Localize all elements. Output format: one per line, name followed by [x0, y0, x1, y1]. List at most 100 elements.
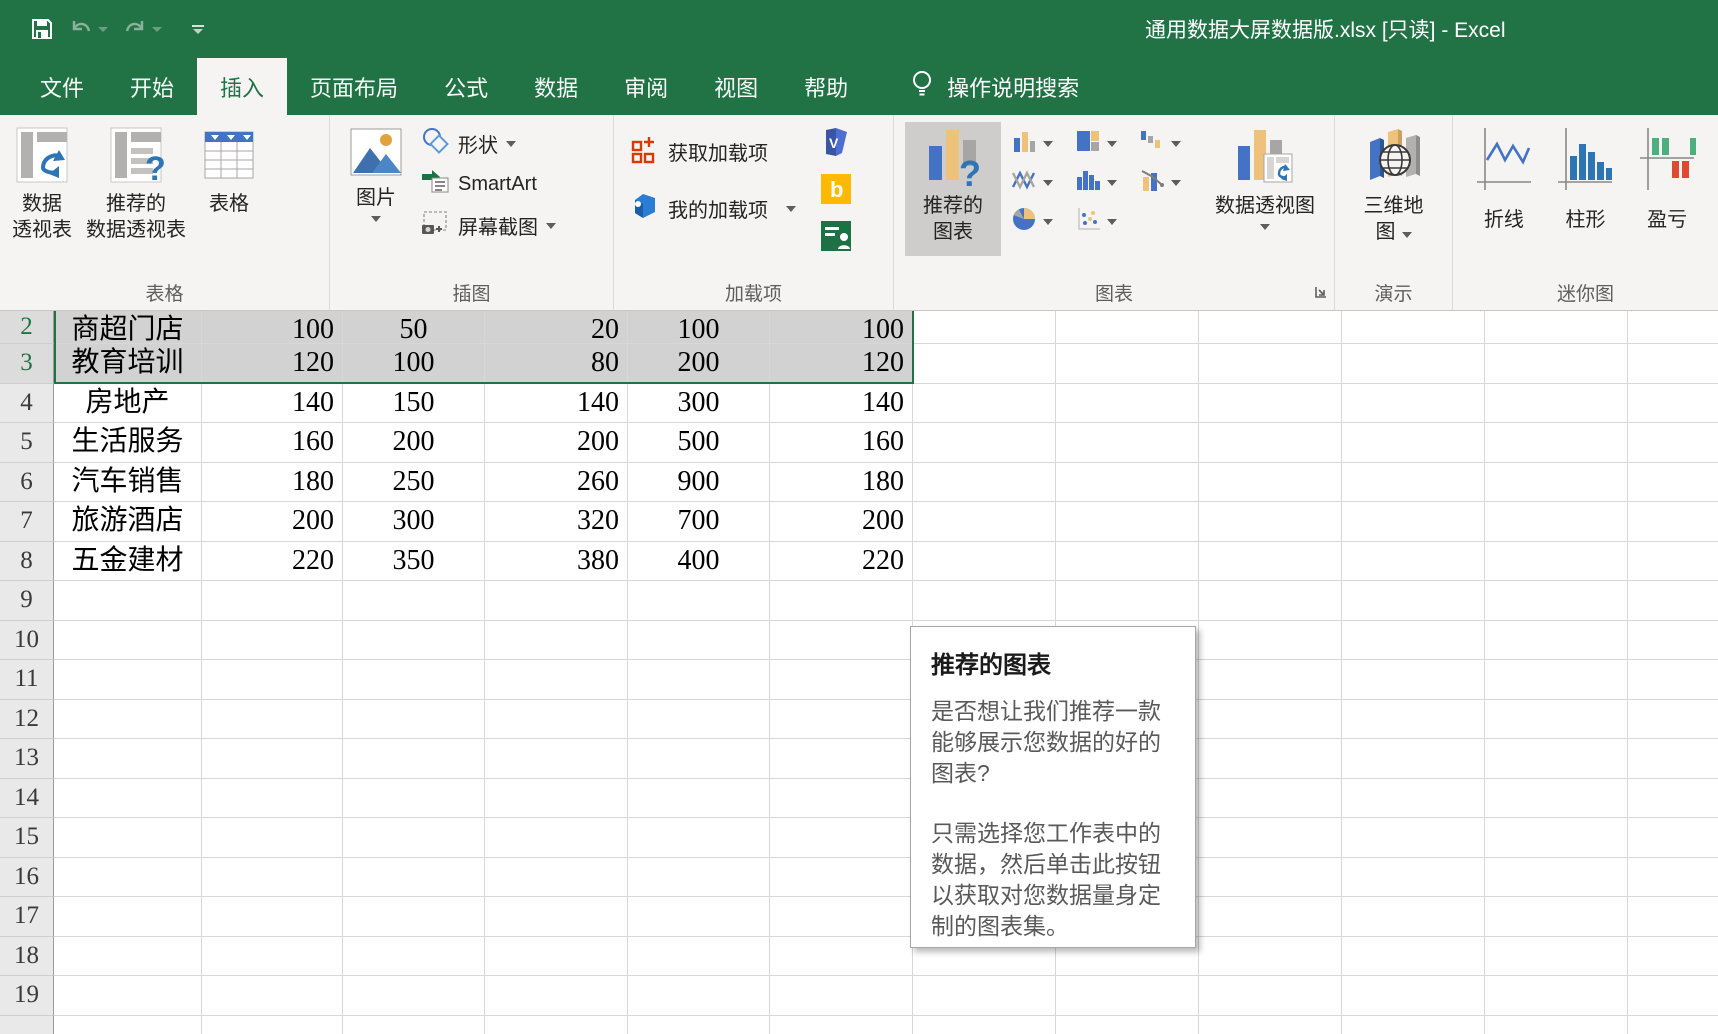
cell[interactable] [1056, 1016, 1199, 1034]
cell[interactable] [202, 581, 343, 621]
cell[interactable] [1199, 700, 1342, 740]
row-header[interactable]: 19 [0, 976, 54, 1016]
cell[interactable] [913, 542, 1056, 582]
row-header[interactable]: 13 [0, 739, 54, 779]
cell[interactable]: 200 [485, 423, 628, 463]
cell[interactable] [1199, 463, 1342, 503]
row-header[interactable]: 4 [0, 384, 54, 424]
cell[interactable] [1485, 542, 1628, 582]
cell[interactable] [1199, 502, 1342, 542]
cell[interactable] [1485, 818, 1628, 858]
cell[interactable] [913, 976, 1056, 1016]
cell[interactable] [202, 1016, 343, 1034]
cell[interactable] [1342, 897, 1485, 937]
cell[interactable] [770, 897, 913, 937]
cell[interactable] [1485, 384, 1628, 424]
cell[interactable] [770, 581, 913, 621]
recommended-pivot-button[interactable]: ? 推荐的 数据透视表 [86, 122, 186, 243]
cell[interactable] [54, 660, 202, 700]
insert-waterfall-chart-button[interactable] [1135, 124, 1199, 163]
cell[interactable] [1628, 621, 1718, 661]
cell[interactable] [343, 700, 485, 740]
cell[interactable] [1342, 384, 1485, 424]
cell[interactable] [1628, 818, 1718, 858]
row-header[interactable]: 10 [0, 621, 54, 661]
cell[interactable] [1485, 937, 1628, 977]
pictures-dropdown-caret[interactable] [371, 216, 381, 222]
cell[interactable] [343, 818, 485, 858]
cell[interactable] [1199, 779, 1342, 819]
cell[interactable] [770, 1016, 913, 1034]
row-header[interactable]: 9 [0, 581, 54, 621]
row-header[interactable]: 8 [0, 542, 54, 582]
cell[interactable] [485, 976, 628, 1016]
cell[interactable]: 20 [485, 311, 628, 344]
3d-map-button[interactable]: 三维地 图 [1362, 122, 1426, 245]
cell[interactable] [202, 976, 343, 1016]
cell[interactable] [1485, 621, 1628, 661]
undo-dropdown-caret[interactable] [98, 27, 108, 32]
row-header[interactable]: 17 [0, 897, 54, 937]
tab-help[interactable]: 帮助 [781, 58, 871, 115]
visio-addin-icon[interactable]: V [820, 126, 852, 163]
cell[interactable] [343, 621, 485, 661]
cell[interactable] [1628, 739, 1718, 779]
cell[interactable]: 300 [628, 384, 770, 424]
cell[interactable] [1485, 976, 1628, 1016]
cell[interactable] [1342, 581, 1485, 621]
cell[interactable] [1342, 542, 1485, 582]
cell[interactable] [628, 660, 770, 700]
cell[interactable] [913, 344, 1056, 384]
cell[interactable] [1485, 700, 1628, 740]
cell[interactable] [628, 976, 770, 1016]
insert-combo-chart-button[interactable] [1135, 163, 1199, 202]
row-header[interactable]: 12 [0, 700, 54, 740]
cell[interactable]: 140 [770, 384, 913, 424]
tab-formulas[interactable]: 公式 [421, 58, 511, 115]
row-header[interactable]: 14 [0, 779, 54, 819]
insert-line-chart-button[interactable] [1007, 163, 1071, 202]
screenshot-dropdown-caret[interactable] [546, 223, 556, 229]
insert-scatter-chart-button[interactable] [1071, 202, 1135, 241]
cell[interactable] [1628, 937, 1718, 977]
cell[interactable] [1199, 311, 1342, 344]
cell[interactable] [913, 423, 1056, 463]
cell[interactable]: 180 [770, 463, 913, 503]
redo-icon[interactable] [122, 17, 162, 41]
cell[interactable] [1199, 858, 1342, 898]
row-header[interactable]: 5 [0, 423, 54, 463]
cell[interactable] [1485, 660, 1628, 700]
cell[interactable]: 教育培训 [54, 344, 202, 384]
cell[interactable] [913, 502, 1056, 542]
cell[interactable] [1485, 897, 1628, 937]
undo-icon[interactable] [68, 17, 108, 41]
cell[interactable] [1199, 818, 1342, 858]
cell[interactable] [1056, 502, 1199, 542]
cell[interactable] [54, 700, 202, 740]
cell[interactable]: 200 [202, 502, 343, 542]
cell[interactable] [54, 897, 202, 937]
cell[interactable] [1199, 542, 1342, 582]
cell[interactable] [1199, 660, 1342, 700]
cell[interactable] [485, 937, 628, 977]
cell[interactable]: 旅游酒店 [54, 502, 202, 542]
cell[interactable]: 200 [770, 502, 913, 542]
shapes-dropdown-caret[interactable] [506, 141, 516, 147]
row-header[interactable]: 16 [0, 858, 54, 898]
cell[interactable]: 250 [343, 463, 485, 503]
cell[interactable] [1199, 976, 1342, 1016]
cell[interactable] [1485, 779, 1628, 819]
cell[interactable] [343, 1016, 485, 1034]
cell[interactable] [1628, 700, 1718, 740]
cell[interactable] [628, 700, 770, 740]
cell[interactable] [1199, 739, 1342, 779]
screenshot-button[interactable]: 屏幕截图 [420, 208, 556, 243]
insert-hierarchy-chart-button[interactable] [1071, 124, 1135, 163]
cell[interactable] [770, 700, 913, 740]
cell[interactable] [485, 660, 628, 700]
cell[interactable]: 140 [202, 384, 343, 424]
cell[interactable] [1199, 423, 1342, 463]
pivotchart-button[interactable]: 数据透视图 [1199, 122, 1331, 230]
cell[interactable] [485, 1016, 628, 1034]
cell[interactable] [1342, 700, 1485, 740]
